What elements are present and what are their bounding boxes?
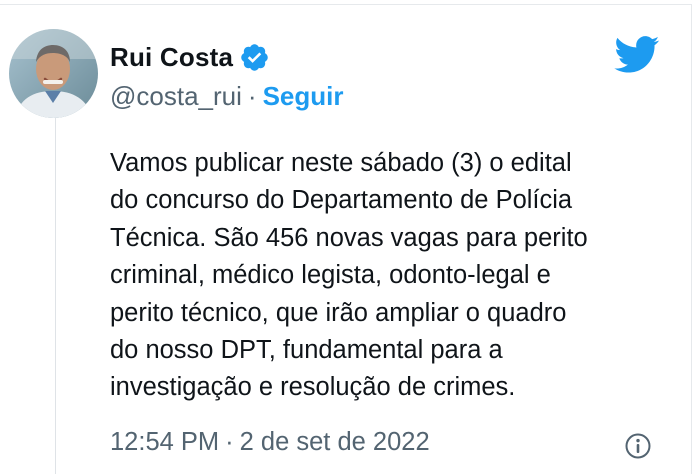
twitter-bird-icon[interactable] <box>614 36 660 74</box>
avatar-photo <box>9 29 98 118</box>
card-border-right <box>691 4 692 474</box>
author-name-row: Rui Costa <box>110 39 270 75</box>
tweet-date[interactable]: 2 de set de 2022 <box>240 428 430 457</box>
verified-badge-icon <box>239 42 270 73</box>
card-border-top <box>0 4 692 5</box>
author-handle[interactable]: @costa_rui <box>110 81 242 112</box>
tweet-text: Vamos publicar neste sábado (3) o edital… <box>110 149 588 402</box>
handle-separator: · <box>247 80 257 111</box>
author-handle-row: @costa_rui · Seguir <box>110 79 344 113</box>
tweet-meta: 12:54 PM · 2 de set de 2022 <box>110 425 430 459</box>
thread-line <box>55 118 56 474</box>
author-display-name[interactable]: Rui Costa <box>110 42 233 73</box>
info-icon[interactable] <box>624 432 652 460</box>
tweet-time[interactable]: 12:54 PM <box>110 428 219 457</box>
follow-button[interactable]: Seguir <box>263 81 344 112</box>
meta-separator: · <box>225 427 234 456</box>
avatar[interactable] <box>9 29 98 118</box>
